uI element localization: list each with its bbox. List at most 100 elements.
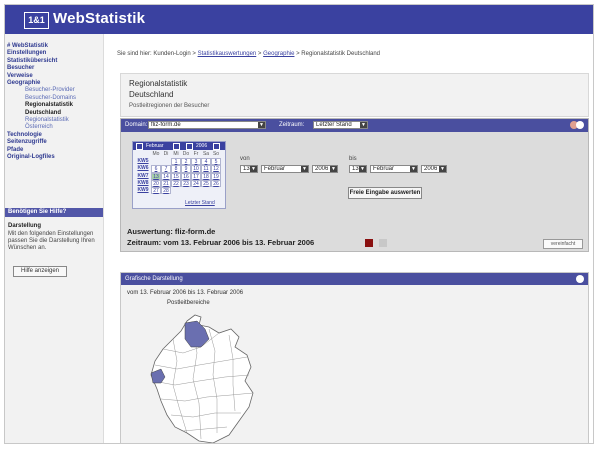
collapse-icon[interactable] <box>576 121 584 129</box>
calendar-weekday: So <box>212 151 220 157</box>
next-year-icon[interactable] <box>213 143 220 150</box>
sidebar-item[interactable]: Besucher-Domains <box>7 95 101 102</box>
export-icon[interactable] <box>379 239 387 247</box>
calendar-day[interactable]: 17 <box>191 172 201 180</box>
sidebar-item[interactable]: Einstellungen <box>7 50 101 57</box>
panel-controls[interactable] <box>570 121 585 129</box>
calendar-year[interactable]: 2006 <box>196 143 207 149</box>
calendar-day[interactable]: 3 <box>191 158 201 166</box>
simplified-view-button[interactable]: vereinfacht <box>543 239 583 249</box>
domain-select[interactable]: fliz-form.de ▼ <box>148 121 266 129</box>
calendar-week-row: KW9 27 28 <box>135 186 221 195</box>
von-month-select[interactable]: Februar ▼ <box>261 165 309 173</box>
calendar-week-link[interactable]: KW8 <box>135 180 151 187</box>
calendar-day[interactable]: 11 <box>201 165 211 173</box>
calendar-day[interactable]: 21 <box>161 179 171 187</box>
calendar-day[interactable]: 15 <box>171 172 181 180</box>
sidebar-item[interactable]: Statistikübersicht <box>7 58 101 65</box>
bis-day-select[interactable]: 13 ▼ <box>349 165 367 173</box>
breadcrumb-link-geographie[interactable]: Geographie <box>263 51 294 57</box>
calendar-day[interactable]: 23 <box>181 179 191 187</box>
calendar-week-row: KW5 1 2 3 4 5 <box>135 158 221 166</box>
calendar-day[interactable]: 7 <box>161 165 171 173</box>
prev-month-icon[interactable] <box>136 143 143 150</box>
calendar-day[interactable]: 9 <box>181 165 191 173</box>
calendar-day[interactable]: 6 <box>151 165 161 173</box>
calendar-week-row: KW8 20 21 22 23 24 25 26 <box>135 179 221 187</box>
calendar-day[interactable]: 24 <box>191 179 201 187</box>
chevron-down-icon: ▼ <box>439 166 446 172</box>
next-month-icon[interactable] <box>173 143 180 150</box>
calendar-day[interactable]: 25 <box>201 179 211 187</box>
calendar-day[interactable]: 4 <box>201 158 211 166</box>
von-day-select[interactable]: 13 ▼ <box>240 165 258 173</box>
calendar-week-link[interactable]: KW7 <box>135 173 151 180</box>
graph-panel: Grafische Darstellung vom 13. Februar 20… <box>120 272 589 443</box>
calendar-corner <box>135 151 151 158</box>
sidebar-item[interactable]: Deutschland <box>7 110 101 117</box>
sidebar-item[interactable]: Österreich <box>7 124 101 131</box>
calendar-weekday: Mo <box>152 151 160 157</box>
von-year-select[interactable]: 2006 ▼ <box>312 165 338 173</box>
calendar-day[interactable]: 14 <box>161 172 171 180</box>
letzter-stand-link[interactable]: Letzter Stand <box>185 200 215 206</box>
show-help-button[interactable]: Hilfe anzeigen <box>13 266 67 277</box>
calendar-week-link[interactable]: KW9 <box>135 187 151 194</box>
collapse-icon[interactable] <box>576 275 584 283</box>
von-year-value: 2006 <box>315 166 329 172</box>
bis-month-select[interactable]: Februar ▼ <box>370 165 418 173</box>
calendar-day[interactable]: 12 <box>211 165 221 173</box>
calendar-day[interactable]: 28 <box>161 186 171 195</box>
sidebar-item[interactable]: # WebStatistik <box>7 43 101 50</box>
sidebar-item[interactable]: Technologie <box>7 132 101 139</box>
calendar-day[interactable]: 19 <box>211 172 221 180</box>
sidebar-item[interactable]: Besucher <box>7 65 101 72</box>
calendar-weekday-row: Mo Di Mi Do Fr Sa So <box>135 151 221 158</box>
bis-year-select[interactable]: 2006 ▼ <box>421 165 447 173</box>
calendar-day[interactable]: 5 <box>211 158 221 166</box>
sidebar-item[interactable]: Seitenzugriffe <box>7 139 101 146</box>
graph-range: vom 13. Februar 2006 bis 13. Februar 200… <box>127 290 244 296</box>
filter-panel: Domain: fliz-form.de ▼ Zeitraum: Letzter… <box>120 118 589 252</box>
prev-year-icon[interactable] <box>186 143 193 150</box>
calendar-empty-cell <box>171 187 181 194</box>
sidebar-item[interactable]: Pfade <box>7 147 101 154</box>
bis-month-value: Februar <box>373 166 395 172</box>
calendar-day[interactable]: 2 <box>181 158 191 166</box>
calendar-weekday: Mi <box>173 151 179 157</box>
calendar-day[interactable]: 13 <box>151 172 161 180</box>
calendar-day[interactable]: 1 <box>171 158 181 166</box>
calendar-day[interactable]: 22 <box>171 179 181 187</box>
calendar-month[interactable]: Februar <box>146 143 164 149</box>
calendar-week-link[interactable]: KW6 <box>135 165 151 172</box>
sidebar-item[interactable]: Geographie <box>7 80 101 87</box>
zeitraum-label: Zeitraum: <box>279 122 305 128</box>
apply-free-input-button[interactable]: Freie Eingabe auswerten <box>348 187 422 199</box>
calendar-day[interactable]: 8 <box>171 165 181 173</box>
calendar-week-link[interactable]: KW5 <box>135 158 151 165</box>
calendar-day[interactable]: 26 <box>211 179 221 187</box>
sidebar-item[interactable]: Regionalstatistik <box>7 102 101 109</box>
sidebar-item[interactable]: Verweise <box>7 73 101 80</box>
zeitraum-select[interactable]: Letzter Stand ▼ <box>313 121 368 129</box>
calendar-empty-cell <box>201 187 211 194</box>
calendar-day[interactable]: 20 <box>151 179 161 187</box>
chevron-down-icon: ▼ <box>360 122 367 128</box>
chevron-down-icon: ▼ <box>301 166 308 172</box>
calendar-weekday: Di <box>163 151 169 157</box>
calendar-day[interactable]: 27 <box>151 186 161 195</box>
print-icon[interactable] <box>365 239 373 247</box>
calendar-day[interactable]: 16 <box>181 172 191 180</box>
calendar-day[interactable]: 18 <box>201 172 211 180</box>
sidebar-item[interactable]: Regionalstatistik <box>7 117 101 124</box>
breadcrumb-current: > Regionalstatistik Deutschland <box>296 51 381 57</box>
brand-logo[interactable]: 1&1 <box>24 12 49 29</box>
calendar-empty-cell <box>181 187 191 194</box>
breadcrumb-link-statistikauswertungen[interactable]: Statistikauswertungen <box>198 51 257 57</box>
calendar-day[interactable]: 10 <box>191 165 201 173</box>
von-month-value: Februar <box>264 166 286 172</box>
bis-day-value: 13 <box>352 166 359 172</box>
sidebar-item[interactable]: Original-Logfiles <box>7 154 101 161</box>
sidebar-item[interactable]: Besucher-Provider <box>7 87 101 94</box>
calendar-empty-cell <box>191 187 201 194</box>
